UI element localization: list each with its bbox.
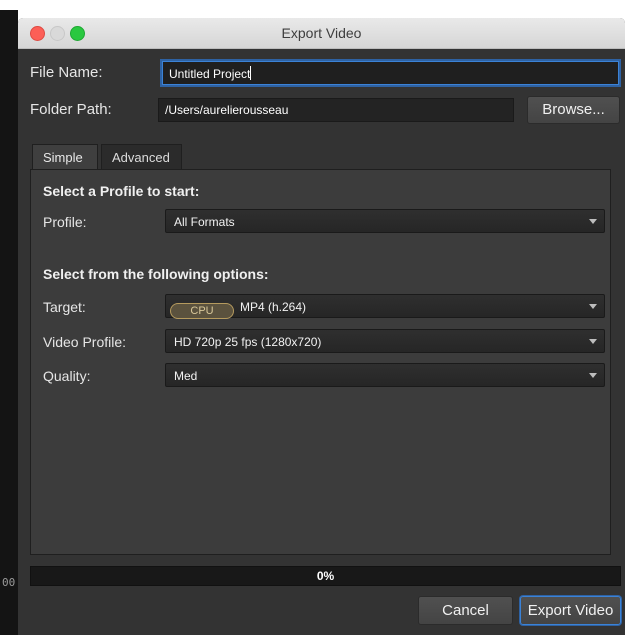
- chevron-down-icon: [589, 339, 597, 344]
- background-edge-text: 00: [2, 576, 16, 589]
- chevron-down-icon: [589, 304, 597, 309]
- window-title: Export Video: [281, 25, 362, 41]
- chevron-down-icon: [589, 373, 597, 378]
- quality-label: Quality:: [43, 368, 91, 384]
- text-cursor: [250, 66, 252, 80]
- folder-path-label: Folder Path:: [30, 101, 112, 118]
- export-video-button[interactable]: Export Video: [520, 596, 621, 625]
- video-profile-value: HD 720p 25 fps (1280x720): [174, 335, 322, 349]
- progress-text: 0%: [316, 569, 335, 583]
- video-profile-dropdown[interactable]: HD 720p 25 fps (1280x720): [165, 329, 605, 353]
- export-progress-bar: 0%: [30, 566, 621, 586]
- folder-path-input[interactable]: /Users/aurelierousseau: [158, 98, 514, 122]
- background-app: 00: [0, 10, 18, 635]
- chevron-down-icon: [589, 219, 597, 224]
- target-dropdown[interactable]: CPU MP4 (h.264): [165, 294, 605, 319]
- target-value: MP4 (h.264): [240, 300, 307, 314]
- options-section-heading: Select from the following options:: [43, 266, 269, 282]
- tab-advanced[interactable]: Advanced: [101, 144, 182, 170]
- quality-dropdown[interactable]: Med: [165, 363, 605, 387]
- tab-simple[interactable]: Simple: [32, 144, 98, 170]
- cpu-badge: CPU: [170, 303, 234, 319]
- simple-tab-panel: Select a Profile to start: Profile: All …: [30, 169, 611, 555]
- file-name-input[interactable]: Untitled Project: [162, 61, 619, 85]
- video-profile-label: Video Profile:: [43, 334, 127, 350]
- profile-label: Profile:: [43, 214, 87, 230]
- profile-dropdown[interactable]: All Formats: [165, 209, 605, 233]
- profile-value: All Formats: [174, 215, 235, 229]
- title-bar: Export Video: [18, 18, 625, 49]
- export-video-dialog: Export Video File Name: Untitled Project…: [18, 18, 625, 635]
- browse-button[interactable]: Browse...: [527, 96, 620, 124]
- cancel-button[interactable]: Cancel: [418, 596, 513, 625]
- folder-path-value: /Users/aurelierousseau: [165, 103, 289, 117]
- profile-section-heading: Select a Profile to start:: [43, 183, 200, 199]
- target-label: Target:: [43, 299, 86, 315]
- quality-value: Med: [174, 369, 198, 383]
- file-name-value: Untitled Project: [169, 67, 251, 81]
- file-name-label: File Name:: [30, 64, 103, 81]
